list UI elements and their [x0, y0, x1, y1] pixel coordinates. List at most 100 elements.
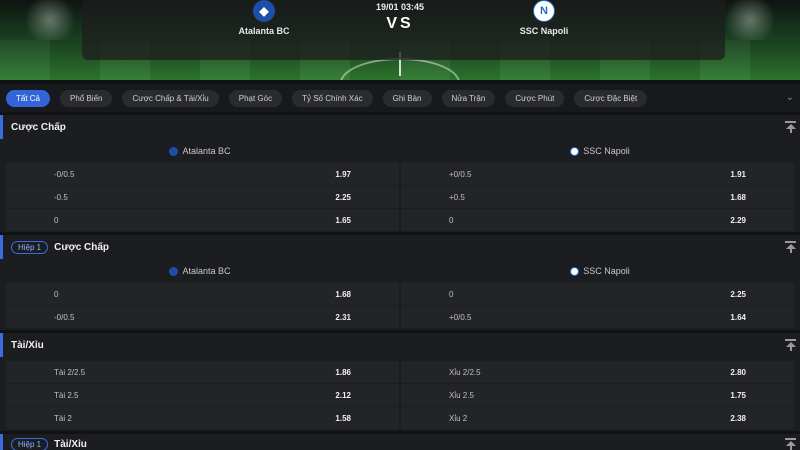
market-title: Tài/Xỉu [54, 438, 87, 450]
line-label: -0/0.5 [54, 169, 75, 179]
market-over-under-first-half: Hiệp 1 Tài/Xỉu [0, 434, 800, 450]
line-label: -0.5 [54, 192, 68, 202]
home-team-name: Atalanta BC [182, 266, 231, 276]
market-team-header: Atalanta BC SSC Napoli [0, 259, 800, 283]
market-tabs: Tất Cả Phổ Biến Cược Chấp & Tài/Xỉu Phạt… [0, 84, 800, 112]
line-label: Xỉu 2/2.5 [449, 367, 481, 377]
odds-row: 0 1.65 0 2.29 [6, 209, 794, 231]
market-header: Tài/Xỉu [0, 333, 800, 357]
odd-value: 2.25 [335, 192, 351, 202]
odd-value: 2.12 [335, 390, 351, 400]
odds-row: -0.5 2.25 +0.5 1.68 [6, 186, 794, 208]
atalanta-crest-icon: ◆ [253, 0, 275, 22]
odd-value: 1.65 [335, 215, 351, 225]
odds-cell-away[interactable]: 0 2.29 [401, 209, 794, 231]
atalanta-crest-icon [169, 266, 179, 276]
odds-cell-away[interactable]: +0.5 1.68 [401, 186, 794, 208]
odds-row: Tài 2/2.5 1.86 Xỉu 2/2.5 2.80 [6, 361, 794, 383]
tab-correct-score[interactable]: Tỷ Số Chính Xác [292, 89, 373, 107]
tab-corners[interactable]: Phạt Góc [228, 89, 283, 107]
line-label: 0 [449, 215, 454, 225]
market-handicap-first-half: Hiệp 1 Cược Chấp Atalanta BC SSC Napoli … [0, 235, 800, 330]
half-badge: Hiệp 1 [11, 437, 49, 450]
home-team-name: Atalanta BC [238, 26, 290, 36]
stadium-light [20, 0, 80, 40]
atalanta-crest-icon [169, 146, 179, 156]
odds-cell-under[interactable]: Xỉu 2.5 1.75 [401, 384, 794, 406]
market-header: Hiệp 1 Cược Chấp [0, 235, 800, 259]
line-label: Tài 2 [54, 413, 72, 423]
line-label: 0 [54, 289, 59, 299]
away-team-name: SSC Napoli [583, 146, 630, 156]
pin-to-top-icon[interactable] [785, 121, 796, 133]
odds-rows: Tài 2/2.5 1.86 Xỉu 2/2.5 2.80 Tài 2.5 2.12 … [0, 361, 800, 429]
market-title: Tài/Xỉu [11, 339, 44, 351]
odds-rows: -0/0.5 1.97 +0/0.5 1.91 -0.5 2.25 +0.5 1.68 … [0, 163, 800, 231]
tab-special-bets[interactable]: Cược Đặc Biệt [574, 89, 648, 107]
market-title: Cược Chấp [11, 121, 66, 133]
odds-cell-home[interactable]: 0 1.65 [6, 209, 399, 231]
pin-to-top-icon[interactable] [785, 241, 796, 253]
napoli-crest-icon [570, 146, 580, 156]
odds-cell-over[interactable]: Tài 2 1.58 [6, 407, 399, 429]
napoli-crest-icon: N [533, 0, 555, 22]
odd-value: 1.68 [335, 289, 351, 299]
match-datetime: 19/01 03:45 [375, 2, 425, 12]
line-label: Xỉu 2 [449, 413, 468, 423]
odds-cell-under[interactable]: Xỉu 2/2.5 2.80 [401, 361, 794, 383]
odds-row: -0/0.5 2.31 +0/0.5 1.64 [6, 306, 794, 328]
away-team: N SSC Napoli [484, 0, 604, 36]
odd-value: 2.29 [730, 215, 746, 225]
versus-label: VS [386, 15, 414, 32]
home-team: ◆ Atalanta BC [204, 0, 324, 36]
odds-cell-away[interactable]: +0/0.5 1.64 [401, 306, 794, 328]
napoli-crest-icon [570, 266, 580, 276]
market-title: Cược Chấp [54, 241, 110, 253]
odd-value: 1.75 [730, 390, 746, 400]
stadium-light [720, 0, 780, 40]
market-header: Hiệp 1 Tài/Xỉu [0, 434, 800, 450]
odd-value: 2.80 [730, 367, 746, 377]
tab-handicap-overunder[interactable]: Cược Chấp & Tài/Xỉu [122, 89, 219, 107]
pin-to-top-icon[interactable] [785, 438, 796, 450]
market-over-under: Tài/Xỉu Tài 2/2.5 1.86 Xỉu 2/2.5 2.80 Tài … [0, 333, 800, 431]
chevron-double-down-icon[interactable]: ⌄ [786, 92, 794, 103]
odds-cell-away[interactable]: 0 2.25 [401, 283, 794, 305]
odds-cell-home[interactable]: 0 1.68 [6, 283, 399, 305]
odd-value: 2.38 [730, 413, 746, 423]
odds-row: Tài 2 1.58 Xỉu 2 2.38 [6, 407, 794, 429]
odds-rows: 0 1.68 0 2.25 -0/0.5 2.31 +0/0.5 1.64 [0, 283, 800, 328]
line-label: 0 [449, 289, 454, 299]
line-label: Tài 2/2.5 [54, 367, 86, 377]
tab-half-time[interactable]: Nửa Trận [441, 89, 496, 107]
market-handicap: Cược Chấp Atalanta BC SSC Napoli -0/0.5 1… [0, 115, 800, 232]
pin-to-top-icon[interactable] [785, 339, 796, 351]
odds-row: Tài 2.5 2.12 Xỉu 2.5 1.75 [6, 384, 794, 406]
tab-popular[interactable]: Phổ Biến [60, 89, 113, 107]
odds-cell-over[interactable]: Tài 2.5 2.12 [6, 384, 399, 406]
tab-minute-bets[interactable]: Cược Phút [505, 89, 565, 107]
odds-cell-home[interactable]: -0/0.5 1.97 [6, 163, 399, 185]
odds-cell-under[interactable]: Xỉu 2 2.38 [401, 407, 794, 429]
odd-value: 1.91 [730, 169, 746, 179]
market-team-header: Atalanta BC SSC Napoli [0, 139, 800, 163]
odd-value: 1.97 [335, 169, 351, 179]
odds-cell-over[interactable]: Tài 2/2.5 1.86 [6, 361, 399, 383]
line-label: +0.5 [449, 192, 465, 202]
home-column-header: Atalanta BC [0, 139, 400, 163]
line-label: +0/0.5 [449, 169, 472, 179]
line-label: -0/0.5 [54, 312, 75, 322]
odds-cell-home[interactable]: -0.5 2.25 [6, 186, 399, 208]
odds-cell-away[interactable]: +0/0.5 1.91 [401, 163, 794, 185]
odd-value: 2.25 [730, 289, 746, 299]
away-team-name: SSC Napoli [583, 266, 630, 276]
home-column-header: Atalanta BC [0, 259, 400, 283]
line-label: 0 [54, 215, 59, 225]
line-label: Tài 2.5 [54, 390, 79, 400]
odd-value: 1.64 [730, 312, 746, 322]
match-header: ◆ Atalanta BC 19/01 03:45 VS N SSC Napol… [0, 0, 800, 80]
tab-goals[interactable]: Ghi Bàn [382, 89, 432, 107]
odds-row: -0/0.5 1.97 +0/0.5 1.91 [6, 163, 794, 185]
odds-cell-home[interactable]: -0/0.5 2.31 [6, 306, 399, 328]
tab-all[interactable]: Tất Cả [6, 89, 51, 107]
